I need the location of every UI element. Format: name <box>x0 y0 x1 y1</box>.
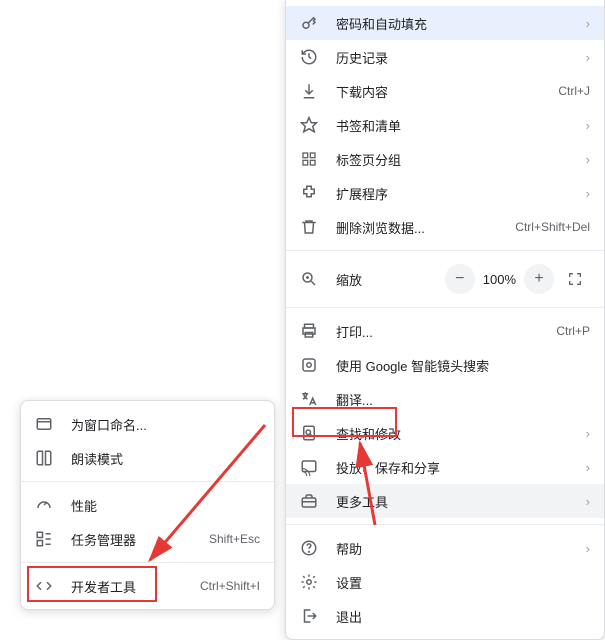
menu-label: 查找和修改 <box>336 424 582 443</box>
fullscreen-button[interactable] <box>560 264 590 294</box>
menu-divider <box>286 250 604 251</box>
menu-item-translate[interactable]: 翻译... <box>286 382 604 416</box>
gauge-icon <box>35 496 53 514</box>
menu-item-downloads[interactable]: 下载内容 Ctrl+J <box>286 74 604 108</box>
menu-item-find[interactable]: 查找和修改 › <box>286 416 604 450</box>
chevron-right-icon: › <box>582 16 590 31</box>
menu-label: 书签和清单 <box>336 116 582 135</box>
menu-label: 更多工具 <box>336 492 582 511</box>
menu-label: 性能 <box>71 496 260 515</box>
chevron-right-icon: › <box>582 118 590 133</box>
zoom-label: 缩放 <box>336 270 445 289</box>
menu-label: 开发者工具 <box>71 577 200 596</box>
menu-item-task-manager[interactable]: 任务管理器 Shift+Esc <box>21 522 274 556</box>
menu-label: 下载内容 <box>336 82 558 101</box>
menu-item-bookmarks[interactable]: 书签和清单 › <box>286 108 604 142</box>
menu-label: 朗读模式 <box>71 449 260 468</box>
menu-item-zoom: 缩放 − 100% + <box>286 257 604 301</box>
menu-divider <box>21 481 274 482</box>
grid-icon <box>300 150 318 168</box>
window-icon <box>35 415 53 433</box>
download-icon <box>300 82 318 100</box>
zoom-icon <box>300 270 318 288</box>
menu-divider <box>21 562 274 563</box>
menu-item-print[interactable]: 打印... Ctrl+P <box>286 314 604 348</box>
menu-label: 标签页分组 <box>336 150 582 169</box>
menu-label: 帮助 <box>336 539 582 558</box>
extension-icon <box>300 184 318 202</box>
menu-item-devtools[interactable]: 开发者工具 Ctrl+Shift+I <box>21 569 274 603</box>
trash-icon <box>300 218 318 236</box>
menu-item-passwords[interactable]: 密码和自动填充 › <box>286 6 604 40</box>
menu-item-tabgroups[interactable]: 标签页分组 › <box>286 142 604 176</box>
menu-item-clear-data[interactable]: 删除浏览数据... Ctrl+Shift+Del <box>286 210 604 244</box>
menu-item-extensions[interactable]: 扩展程序 › <box>286 176 604 210</box>
chevron-right-icon: › <box>582 426 590 441</box>
menu-item-exit[interactable]: 退出 <box>286 599 604 633</box>
menu-label: 翻译... <box>336 390 590 409</box>
menu-label: 任务管理器 <box>71 530 209 549</box>
menu-label: 打印... <box>336 322 556 341</box>
menu-label: 扩展程序 <box>336 184 582 203</box>
menu-shortcut: Ctrl+J <box>558 84 590 98</box>
menu-label: 删除浏览数据... <box>336 218 515 237</box>
menu-item-cast[interactable]: 投放、保存和分享 › <box>286 450 604 484</box>
menu-label: 使用 Google 智能镜头搜索 <box>336 356 590 375</box>
menu-item-history[interactable]: 历史记录 › <box>286 40 604 74</box>
menu-shortcut: Ctrl+Shift+Del <box>515 220 590 234</box>
print-icon <box>300 322 318 340</box>
menu-item-reader[interactable]: 朗读模式 <box>21 441 274 475</box>
zoom-in-button[interactable]: + <box>524 264 554 294</box>
menu-label: 投放、保存和分享 <box>336 458 582 477</box>
star-icon <box>300 116 318 134</box>
menu-label: 设置 <box>336 573 590 592</box>
help-icon <box>300 539 318 557</box>
menu-label: 历史记录 <box>336 48 582 67</box>
task-icon <box>35 530 53 548</box>
lens-icon <box>300 356 318 374</box>
menu-label: 密码和自动填充 <box>336 14 582 33</box>
book-icon <box>35 449 53 467</box>
chevron-right-icon: › <box>582 186 590 201</box>
menu-shortcut: Ctrl+P <box>556 324 590 338</box>
gear-icon <box>300 573 318 591</box>
chevron-right-icon: › <box>582 494 590 509</box>
menu-shortcut: Shift+Esc <box>209 532 260 546</box>
menu-divider <box>286 307 604 308</box>
code-icon <box>35 577 53 595</box>
menu-item-name-window[interactable]: 为窗口命名... <box>21 407 274 441</box>
menu-label: 为窗口命名... <box>71 415 260 434</box>
key-icon <box>300 14 318 32</box>
menu-label: 退出 <box>336 607 590 626</box>
menu-divider <box>286 524 604 525</box>
chevron-right-icon: › <box>582 152 590 167</box>
menu-item-lens[interactable]: 使用 Google 智能镜头搜索 <box>286 348 604 382</box>
menu-shortcut: Ctrl+Shift+I <box>200 579 260 593</box>
main-menu: 密码和自动填充 › 历史记录 › 下载内容 Ctrl+J 书签和清单 › 标签页… <box>285 0 605 640</box>
menu-item-more-tools[interactable]: 更多工具 › <box>286 484 604 518</box>
zoom-out-button[interactable]: − <box>445 264 475 294</box>
chevron-right-icon: › <box>582 460 590 475</box>
cast-icon <box>300 458 318 476</box>
more-tools-submenu: 为窗口命名... 朗读模式 性能 任务管理器 Shift+Esc 开发者工具 C… <box>20 400 275 610</box>
zoom-percent: 100% <box>475 272 524 287</box>
chevron-right-icon: › <box>582 50 590 65</box>
chevron-right-icon: › <box>582 541 590 556</box>
find-icon <box>300 424 318 442</box>
menu-item-performance[interactable]: 性能 <box>21 488 274 522</box>
history-icon <box>300 48 318 66</box>
menu-item-settings[interactable]: 设置 <box>286 565 604 599</box>
translate-icon <box>300 390 318 408</box>
menu-item-help[interactable]: 帮助 › <box>286 531 604 565</box>
toolbox-icon <box>300 492 318 510</box>
